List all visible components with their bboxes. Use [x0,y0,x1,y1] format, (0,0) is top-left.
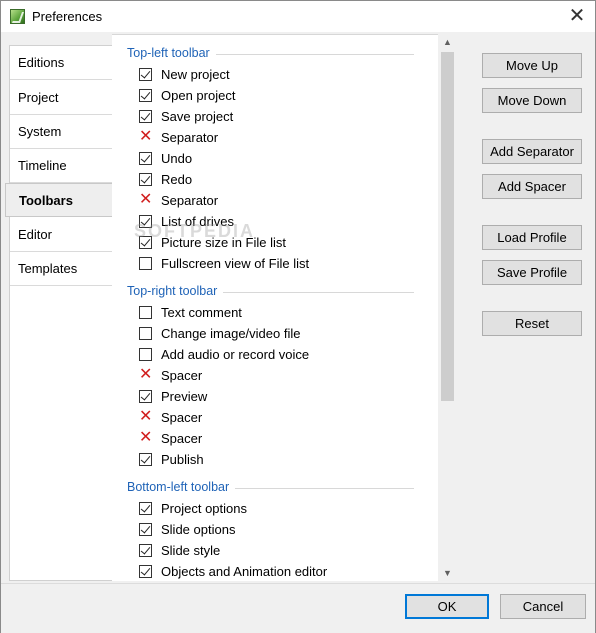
toolbar-item-label: Redo [161,172,193,187]
add-separator-button[interactable]: Add Separator [482,139,582,164]
category-sidebar: Editions Project System Timeline Toolbar… [5,45,113,581]
checkbox-checked[interactable] [139,89,152,102]
checkbox-checked[interactable] [139,502,152,515]
toolbar-item-label: Slide style [161,543,221,558]
section-header: Top-right toolbar [127,284,218,298]
remove-x-icon[interactable]: ✕ [139,128,152,146]
checkbox-checked[interactable] [139,110,152,123]
toolbar-item-label: Open project [161,88,236,103]
dialog-footer: OK Cancel [1,583,595,633]
toolbar-item-label: Spacer [161,410,203,425]
preferences-dialog: Preferences ✕ Editions Project System Ti… [0,0,596,633]
ok-button[interactable]: OK [405,594,489,619]
toolbar-item-label: Change image/video file [161,326,301,341]
section-divider [216,54,414,55]
toolbar-item-label: Save project [161,109,234,124]
list-scrollbar[interactable]: ▲ ▼ [438,34,457,581]
toolbar-item-label: Slide options [161,522,236,537]
toolbar-item-label: Objects and Animation editor [161,564,328,579]
section-header: Bottom-left toolbar [127,480,230,494]
reset-button[interactable]: Reset [482,311,582,336]
remove-x-icon[interactable]: ✕ [139,408,152,426]
move-up-button[interactable]: Move Up [482,53,582,78]
scroll-up-icon[interactable]: ▲ [438,34,457,50]
checkbox-checked[interactable] [139,68,152,81]
tab-system[interactable]: System [10,115,112,149]
toolbar-item-label: Separator [161,130,219,145]
tab-templates[interactable]: Templates [10,252,112,286]
tab-editor[interactable]: Editor [10,218,112,252]
checkbox-checked[interactable] [139,215,152,228]
checkbox-checked[interactable] [139,390,152,403]
remove-x-icon[interactable]: ✕ [139,191,152,209]
tab-toolbars[interactable]: Toolbars [5,183,112,217]
remove-x-icon[interactable]: ✕ [139,429,152,447]
window-title: Preferences [32,9,103,24]
checkbox-checked[interactable] [139,173,152,186]
toolbar-item-label: Spacer [161,368,203,383]
tab-editions[interactable]: Editions [10,46,112,80]
toolbar-item-label: Undo [161,151,193,166]
load-profile-button[interactable]: Load Profile [482,225,582,250]
toolbar-item-label: Text comment [161,305,242,320]
move-down-button[interactable]: Move Down [482,88,582,113]
checkbox-unchecked[interactable] [139,306,152,319]
remove-x-icon[interactable]: ✕ [139,366,152,384]
toolbar-item-label: Project options [161,501,247,516]
checkbox-checked[interactable] [139,544,152,557]
section-divider [235,488,414,489]
toolbar-item-label: Separator [161,193,219,208]
checkbox-unchecked[interactable] [139,327,152,340]
scroll-down-icon[interactable]: ▼ [438,565,457,581]
section-divider [223,292,414,293]
title-bar: Preferences ✕ [1,1,595,32]
toolbar-item-label: Publish [161,452,204,467]
toolbar-item-label: Picture size in File list [161,235,286,250]
checkbox-checked[interactable] [139,523,152,536]
checkbox-unchecked[interactable] [139,257,152,270]
checkbox-checked[interactable] [139,236,152,249]
checkbox-unchecked[interactable] [139,348,152,361]
checkbox-checked[interactable] [139,152,152,165]
toolbar-item-label: New project [161,67,230,82]
toolbar-item-label: List of drives [161,214,234,229]
toolbar-item-label: Add audio or record voice [161,347,310,362]
toolbar-item-label: Fullscreen view of File list [161,256,310,271]
toolbar-item-label: Preview [161,389,208,404]
add-spacer-button[interactable]: Add Spacer [482,174,582,199]
checkbox-checked[interactable] [139,453,152,466]
app-icon [10,9,25,24]
tab-project[interactable]: Project [10,81,112,115]
toolbar-items-list: Top-left toolbar New project Open project S… [112,34,457,581]
cancel-button[interactable]: Cancel [500,594,586,619]
checkbox-checked[interactable] [139,565,152,578]
toolbar-item-label: Spacer [161,431,203,446]
tab-timeline[interactable]: Timeline [10,149,112,183]
section-header: Top-left toolbar [127,46,210,60]
close-icon[interactable]: ✕ [559,1,595,32]
scroll-thumb[interactable] [441,52,454,401]
save-profile-button[interactable]: Save Profile [482,260,582,285]
